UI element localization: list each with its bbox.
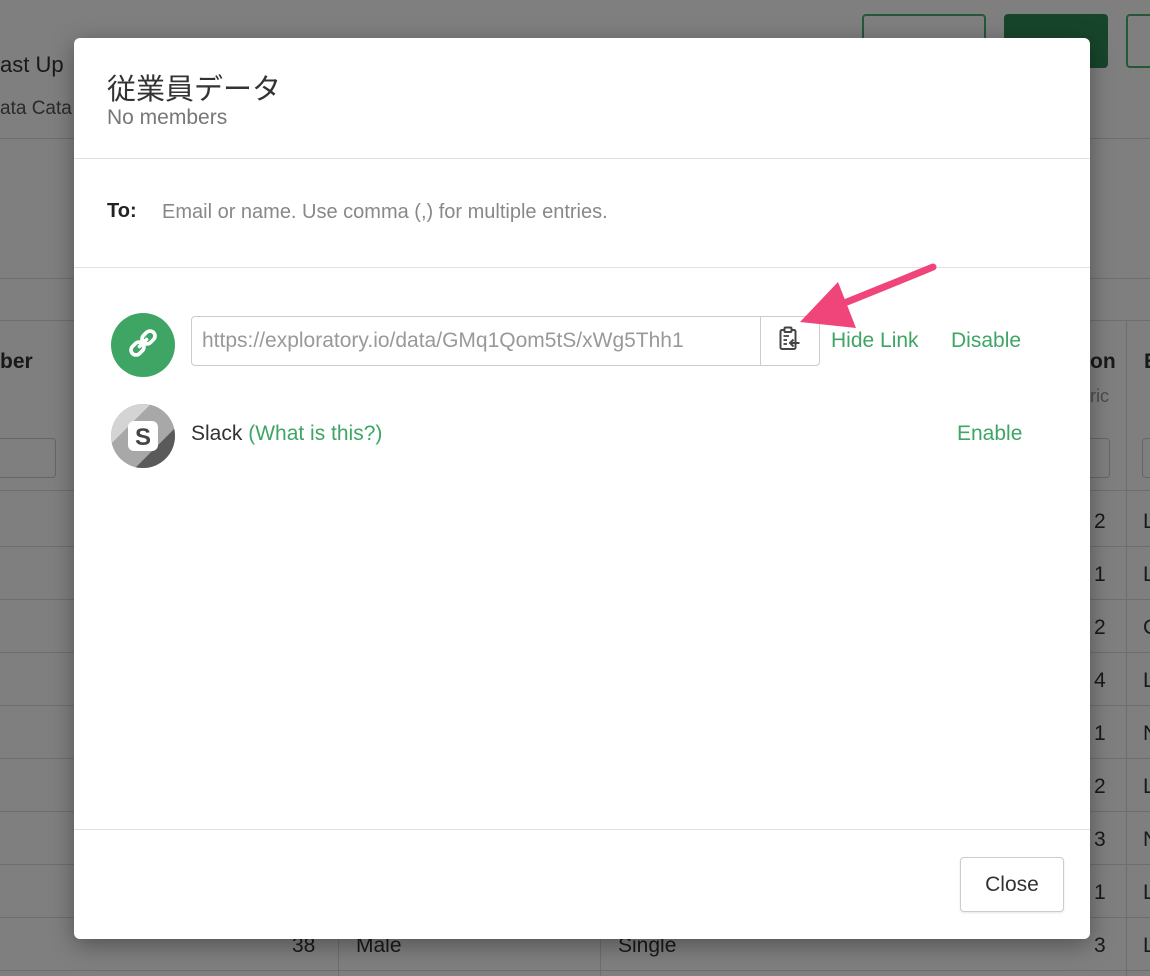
slack-label: Slack (What is this?) [191,422,382,446]
to-label: To: [107,200,137,222]
slack-icon: S [111,404,175,468]
slack-help-link[interactable]: (What is this?) [248,422,382,445]
modal-subtitle: No members [107,106,228,129]
share-link-badge [111,313,175,377]
recipients-input[interactable] [162,194,1042,230]
disable-link-button[interactable]: Disable [951,329,1021,353]
footer-divider [74,829,1090,830]
svg-text:S: S [135,424,151,451]
slack-name: Slack [191,422,243,445]
clipboard-icon [778,326,802,357]
slack-enable-button[interactable]: Enable [957,422,1022,446]
share-modal: 従業員データ No members To: Email or name. Use… [74,38,1090,939]
link-icon [126,326,160,365]
header-divider [74,158,1090,159]
share-link-url-field[interactable] [191,316,761,366]
recipients-divider [74,267,1090,268]
hide-link-button[interactable]: Hide Link [831,329,919,353]
close-button[interactable]: Close [960,857,1064,912]
copy-link-button[interactable] [760,316,820,366]
modal-title: 従業員データ [107,72,282,106]
